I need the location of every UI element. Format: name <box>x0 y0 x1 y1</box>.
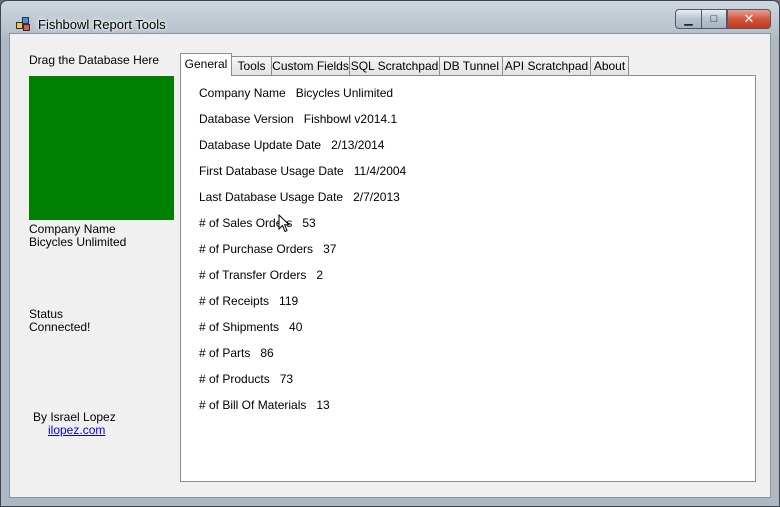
caption-buttons: ▁ □ ✕ <box>675 9 771 29</box>
row-label: Last Database Usage Date <box>199 190 344 204</box>
info-row: # of Shipments 40 <box>199 320 302 334</box>
row-label: # of Parts <box>199 346 251 360</box>
author-link[interactable]: ilopez.com <box>48 424 105 437</box>
row-value: Fishbowl v2014.1 <box>303 112 398 126</box>
tab-db-tunnel[interactable]: DB Tunnel <box>439 56 503 75</box>
row-label: # of Purchase Orders <box>199 242 314 256</box>
info-row: # of Purchase Orders 37 <box>199 242 336 256</box>
minimize-icon: ▁ <box>684 13 693 26</box>
mouse-cursor-icon <box>278 214 290 233</box>
info-row: First Database Usage Date 11/4/2004 <box>199 164 406 178</box>
info-row: Database Version Fishbowl v2014.1 <box>199 112 397 126</box>
tab-about[interactable]: About <box>590 56 629 75</box>
app-window: Fishbowl Report Tools ▁ □ ✕ Drag the Dat… <box>0 0 780 507</box>
row-value: 73 <box>279 372 294 386</box>
row-label: Database Version <box>199 112 294 126</box>
window-title: Fishbowl Report Tools <box>38 17 166 32</box>
row-value: 2/13/2014 <box>331 138 385 152</box>
tab-tools[interactable]: Tools <box>231 56 272 75</box>
info-row: # of Receipts 119 <box>199 294 298 308</box>
company-value: Bicycles Unlimited <box>29 235 127 249</box>
row-label: # of Receipts <box>199 294 270 308</box>
database-drop-zone[interactable] <box>29 76 174 220</box>
status-value: Connected! <box>29 320 91 334</box>
row-value: Bicycles Unlimited <box>295 86 394 100</box>
row-value: 119 <box>279 294 299 308</box>
row-value: 11/4/2004 <box>353 164 407 178</box>
row-label: # of Shipments <box>199 320 280 334</box>
info-row: # of Bill Of Materials 13 <box>199 398 330 412</box>
client-area: Drag the Database Here Company Name Bicy… <box>9 33 771 498</box>
info-row: # of Parts 86 <box>199 346 274 360</box>
minimize-button[interactable]: ▁ <box>675 9 701 29</box>
info-row: # of Transfer Orders 2 <box>199 268 323 282</box>
close-button[interactable]: ✕ <box>727 9 771 29</box>
tab-general[interactable]: General <box>180 53 232 76</box>
app-icon <box>16 17 30 31</box>
close-icon: ✕ <box>743 11 755 26</box>
row-label: # of Bill Of Materials <box>199 398 307 412</box>
row-value: 13 <box>316 398 330 412</box>
row-label: Database Update Date <box>199 138 322 152</box>
maximize-icon: □ <box>710 13 718 25</box>
info-row: Company Name Bicycles Unlimited <box>199 86 393 100</box>
row-value: 2 <box>316 268 324 282</box>
info-row: # of Sales Orders 53 <box>199 216 316 230</box>
row-value: 86 <box>260 346 274 360</box>
info-row: # of Products 73 <box>199 372 293 386</box>
tab-sql-scratchpad[interactable]: SQL Scratchpad <box>349 56 440 75</box>
row-value: 53 <box>302 216 316 230</box>
row-label: # of Products <box>199 372 270 386</box>
row-value: 37 <box>323 242 337 256</box>
row-label: Company Name <box>199 86 286 100</box>
tab-api-scratchpad[interactable]: API Scratchpad <box>502 56 591 75</box>
maximize-button[interactable]: □ <box>701 9 727 29</box>
general-tab-page: Company Name Bicycles Unlimited Database … <box>180 75 756 482</box>
info-row: Last Database Usage Date 2/7/2013 <box>199 190 400 204</box>
row-value: 2/7/2013 <box>353 190 400 204</box>
row-label: First Database Usage Date <box>199 164 344 178</box>
row-value: 40 <box>289 320 303 334</box>
row-label: # of Transfer Orders <box>199 268 307 282</box>
title-bar[interactable]: Fishbowl Report Tools ▁ □ ✕ <box>1 1 779 33</box>
drop-label: Drag the Database Here <box>29 53 160 67</box>
tab-custom-fields[interactable]: Custom Fields <box>271 56 350 75</box>
info-row: Database Update Date 2/13/2014 <box>199 138 384 152</box>
